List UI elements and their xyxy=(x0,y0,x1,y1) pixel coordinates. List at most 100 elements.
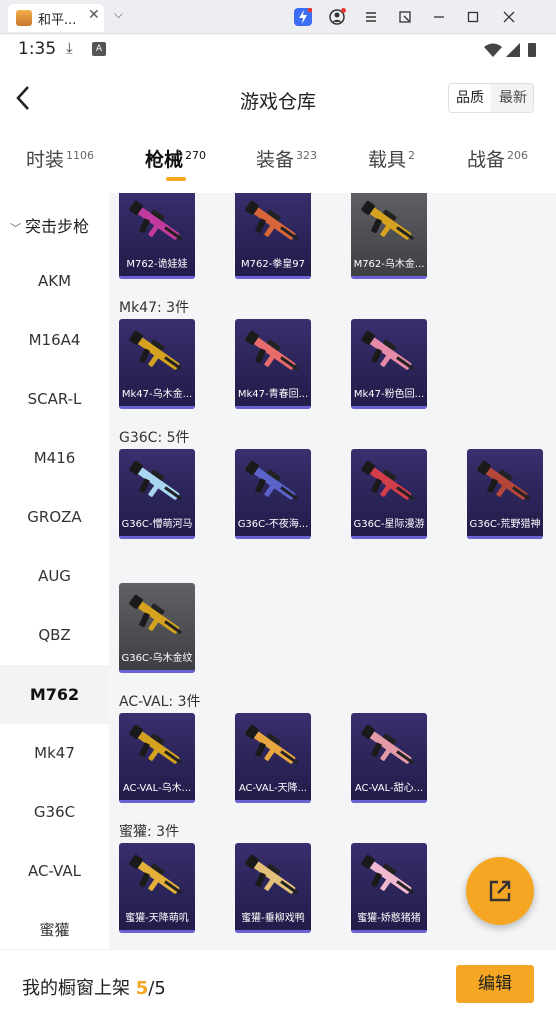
weapon-card[interactable]: G36C-懵萌河马 xyxy=(119,449,195,539)
tab-equipment[interactable]: 装备 323 xyxy=(256,145,317,172)
weapon-image xyxy=(129,594,183,635)
sidebar-item[interactable]: M416 xyxy=(0,429,109,488)
weapon-card[interactable]: G36C-乌木金纹 xyxy=(119,583,195,673)
rarity-bar xyxy=(235,276,311,279)
sidebar-group-header[interactable]: ﹀ 突击步枪 xyxy=(10,213,89,237)
weapon-name: 蜜獾-天降萌叽 xyxy=(125,913,189,924)
sort-toggle: 品质 最新 xyxy=(448,83,534,113)
status-bar: 1:35 ⤓ A xyxy=(0,35,556,65)
chevron-down-icon: ﹀ xyxy=(10,222,21,235)
tab-label: 载具 xyxy=(368,149,407,171)
weapon-name: M762-诡娃娃 xyxy=(126,259,188,270)
sidebar-item[interactable]: G36C xyxy=(0,783,109,842)
weapon-name: AC-VAL-乌木... xyxy=(122,783,192,794)
weapon-image xyxy=(129,854,183,895)
tab-firearms[interactable]: 枪械 270 xyxy=(145,145,206,172)
rarity-bar xyxy=(119,930,195,933)
weapon-card[interactable]: G36C-星际漫游 xyxy=(351,449,427,539)
weapon-name: G36C-不夜海... xyxy=(237,519,309,530)
weapon-name: 蜜獾-娇憨猪猪 xyxy=(357,913,421,924)
weapon-card[interactable]: G36C-荒野猎神 xyxy=(467,449,543,539)
tab-fashion[interactable]: 时装 1106 xyxy=(26,145,94,172)
weapon-card[interactable]: 蜜獾-天降萌叽 xyxy=(119,843,195,933)
sidebar-item[interactable]: 蜜獾 xyxy=(0,901,109,949)
sort-quality-button[interactable]: 品质 xyxy=(449,84,491,112)
weapon-card[interactable]: AC-VAL-天降... xyxy=(235,713,311,803)
rarity-bar xyxy=(119,406,195,409)
weapon-image xyxy=(361,724,415,765)
tab-label: 时装 xyxy=(26,149,65,171)
tab-vehicles[interactable]: 载具 2 xyxy=(368,145,415,172)
weapon-image xyxy=(129,200,183,241)
weapon-image xyxy=(245,200,299,241)
weapon-image xyxy=(245,460,299,501)
tab-count: 270 xyxy=(185,148,207,162)
rarity-bar xyxy=(351,800,427,803)
rarity-bar xyxy=(119,276,195,279)
weapon-card[interactable]: AC-VAL-甜心... xyxy=(351,713,427,803)
menu-icon[interactable] xyxy=(362,8,380,26)
tab-title: 和平... xyxy=(38,13,77,28)
browser-tab[interactable]: 和平... ✕ xyxy=(8,4,104,32)
showcase-total: /5 xyxy=(148,978,166,999)
sidebar-item[interactable]: M762 xyxy=(0,665,109,724)
edit-button[interactable]: 编辑 xyxy=(456,965,534,1003)
sidebar-item[interactable]: AKM xyxy=(0,252,109,311)
rarity-bar xyxy=(235,406,311,409)
rarity-bar xyxy=(351,276,427,279)
weapon-grid: M762-诡娃娃 M762-拳皇97 M762-乌木金... Mk47: 3件 Mk47… xyxy=(109,193,556,949)
weapon-name: Mk47-青春回... xyxy=(237,389,309,400)
sidebar-item[interactable]: GROZA xyxy=(0,488,109,547)
weapon-card[interactable]: M762-诡娃娃 xyxy=(119,193,195,279)
sidebar-item[interactable]: QBZ xyxy=(0,606,109,665)
weapon-card[interactable]: M762-乌木金... xyxy=(351,193,427,279)
tab-dropdown-icon[interactable]: ⌵ xyxy=(114,7,123,22)
sidebar-item[interactable]: AC-VAL xyxy=(0,842,109,901)
weapon-card[interactable]: 蜜獾-娇憨猪猪 xyxy=(351,843,427,933)
tab-count: 1106 xyxy=(66,148,95,162)
minimize-icon[interactable] xyxy=(430,8,448,26)
showcase-bar: 我的橱窗上架 5/5 编辑 xyxy=(0,949,556,1019)
weapon-card[interactable]: Mk47-青春回... xyxy=(235,319,311,409)
external-link-icon xyxy=(489,880,511,902)
weapon-image xyxy=(245,330,299,371)
rarity-bar xyxy=(235,536,311,539)
share-fab[interactable] xyxy=(466,857,534,925)
showcase-label: 我的橱窗上架 5/5 xyxy=(22,974,166,1000)
tab-combat-gear[interactable]: 战备 206 xyxy=(467,145,528,172)
weapon-image xyxy=(245,854,299,895)
weapon-image xyxy=(129,330,183,371)
weapon-card[interactable]: Mk47-粉色回... xyxy=(351,319,427,409)
rarity-bar xyxy=(119,536,195,539)
weapon-name: AC-VAL-天降... xyxy=(238,783,308,794)
rarity-bar xyxy=(119,670,195,673)
rarity-bar xyxy=(235,930,311,933)
weapon-card[interactable]: 蜜獾-垂柳戏鸭 xyxy=(235,843,311,933)
tab-close-icon[interactable]: ✕ xyxy=(88,7,100,23)
sidebar-item[interactable]: SCAR-L xyxy=(0,370,109,429)
sort-latest-button[interactable]: 最新 xyxy=(492,84,534,112)
tab-count: 323 xyxy=(296,148,318,162)
weapon-name: M762-乌木金... xyxy=(353,259,425,270)
maximize-icon[interactable] xyxy=(464,8,482,26)
window-titlebar: 和平... ✕ ⌵ xyxy=(0,0,556,34)
weapon-name: G36C-星际漫游 xyxy=(353,519,425,530)
weapon-card[interactable]: M762-拳皇97 xyxy=(235,193,311,279)
weapon-card[interactable]: G36C-不夜海... xyxy=(235,449,311,539)
rarity-bar xyxy=(351,930,427,933)
category-tabs: 时装 1106 枪械 270 装备 323 载具 2 战备 206 xyxy=(0,131,556,193)
weapon-card[interactable]: Mk47-乌木金... xyxy=(119,319,195,409)
active-tab-indicator xyxy=(166,177,186,181)
showcase-text: 我的橱窗上架 xyxy=(22,978,136,999)
account-icon[interactable] xyxy=(328,8,346,26)
weapon-card[interactable]: AC-VAL-乌木... xyxy=(119,713,195,803)
weapon-name: G36C-乌木金纹 xyxy=(121,653,193,664)
sidebar-item[interactable]: M16A4 xyxy=(0,311,109,370)
bolt-icon[interactable] xyxy=(294,7,313,26)
sidebar-item[interactable]: AUG xyxy=(0,547,109,606)
close-window-icon[interactable] xyxy=(500,8,518,26)
rarity-bar xyxy=(467,536,543,539)
screenshot-icon[interactable] xyxy=(396,8,414,26)
sidebar-item[interactable]: Mk47 xyxy=(0,724,109,783)
page-header: 游戏仓库 品质 最新 xyxy=(0,65,556,131)
